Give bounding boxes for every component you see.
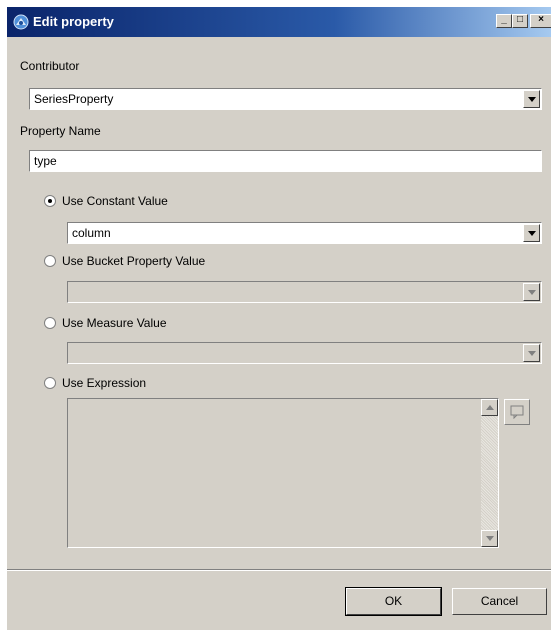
use-expression-radio-row[interactable]: Use Expression — [44, 376, 244, 392]
scroll-down-button[interactable] — [481, 530, 498, 547]
contributor-label: Contributor — [20, 59, 80, 73]
contributor-value: SeriesProperty — [34, 92, 114, 106]
edit-property-dialog: Edit property _ □ × Contributor SeriesPr… — [6, 6, 551, 630]
chevron-down-icon — [528, 351, 536, 356]
window-title: Edit property — [33, 14, 114, 29]
contributor-dropdown-button[interactable] — [523, 90, 540, 108]
use-measure-radio[interactable] — [44, 317, 56, 329]
chevron-up-icon — [486, 405, 494, 410]
chevron-down-icon — [528, 231, 536, 236]
expression-scrollbar[interactable] — [481, 399, 498, 547]
expression-textarea[interactable] — [67, 398, 499, 548]
use-bucket-label: Use Bucket Property Value — [62, 254, 206, 268]
expression-editor-icon — [510, 405, 524, 419]
use-expression-radio[interactable] — [44, 377, 56, 389]
ok-button[interactable]: OK — [345, 587, 442, 616]
close-button[interactable]: × — [530, 14, 551, 28]
minimize-icon: _ — [501, 14, 507, 25]
chevron-down-icon — [528, 97, 536, 102]
chevron-down-icon — [528, 290, 536, 295]
radio-selected-dot — [48, 199, 52, 203]
use-measure-label: Use Measure Value — [62, 316, 167, 330]
chevron-down-icon — [486, 536, 494, 541]
use-bucket-radio-row[interactable]: Use Bucket Property Value — [44, 254, 284, 270]
contributor-select[interactable]: SeriesProperty — [29, 88, 542, 110]
use-measure-radio-row[interactable]: Use Measure Value — [44, 316, 244, 332]
footer-separator — [7, 569, 551, 571]
bucket-value-select[interactable] — [67, 281, 542, 303]
bucket-dropdown-button[interactable] — [523, 283, 540, 301]
use-bucket-radio[interactable] — [44, 255, 56, 267]
property-name-input[interactable] — [29, 150, 542, 172]
maximize-icon: □ — [516, 14, 524, 25]
title-bar[interactable]: Edit property _ □ × — [7, 7, 551, 37]
constant-dropdown-button[interactable] — [523, 224, 540, 242]
close-icon: × — [538, 14, 544, 25]
measure-value-select[interactable] — [67, 342, 542, 364]
use-constant-label: Use Constant Value — [62, 194, 168, 208]
property-name-label: Property Name — [20, 124, 101, 138]
cancel-button[interactable]: Cancel — [452, 588, 547, 615]
expression-editor-button[interactable] — [504, 399, 530, 425]
measure-dropdown-button[interactable] — [523, 344, 540, 362]
use-expression-label: Use Expression — [62, 376, 147, 390]
maximize-button[interactable]: □ — [512, 14, 528, 28]
scroll-up-button[interactable] — [481, 399, 498, 416]
use-constant-radio[interactable] — [44, 195, 56, 207]
minimize-button[interactable]: _ — [496, 14, 512, 28]
app-icon — [13, 14, 29, 30]
constant-value-select[interactable]: column — [67, 222, 542, 244]
use-constant-radio-row[interactable]: Use Constant Value — [44, 194, 244, 210]
constant-value: column — [72, 226, 111, 240]
